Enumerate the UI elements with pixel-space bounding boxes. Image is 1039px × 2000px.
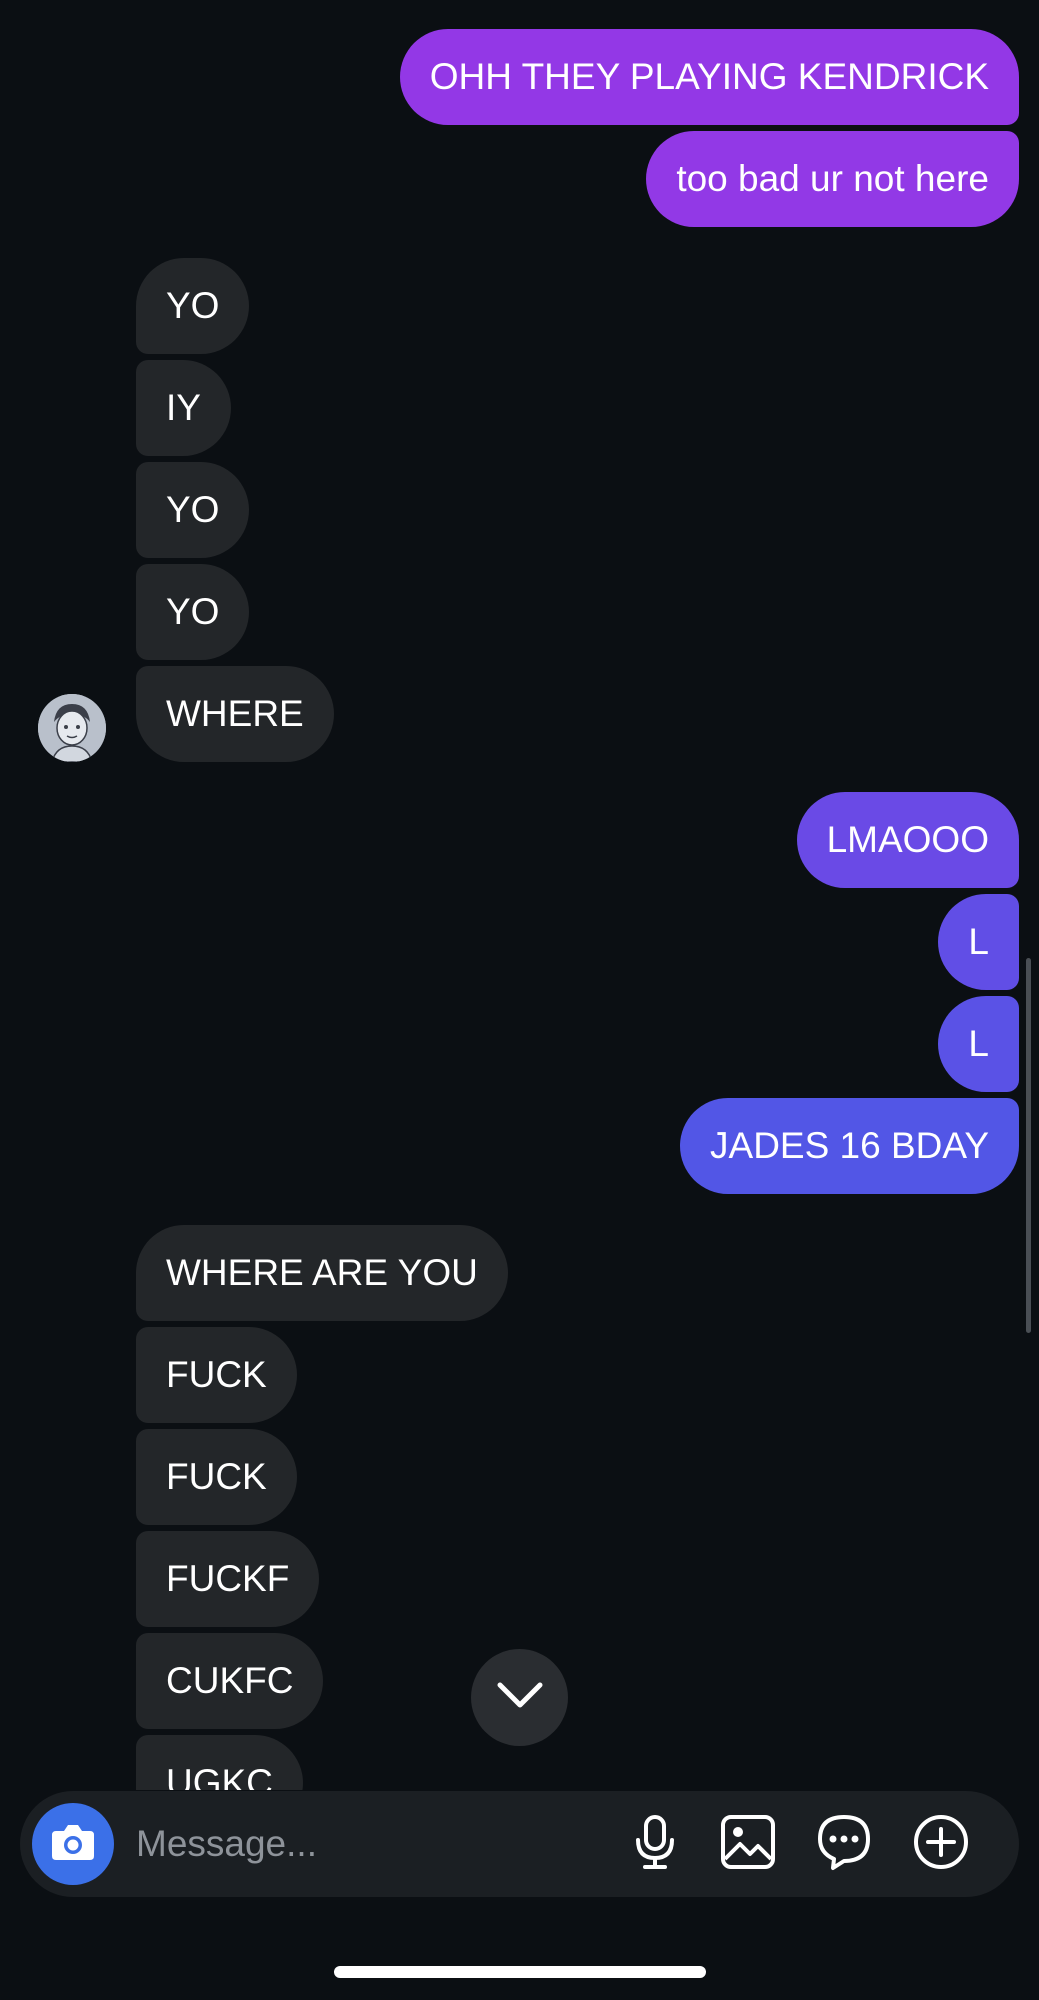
plus-circle-icon [912,1813,970,1876]
incoming-message[interactable]: CUKFC [136,1633,324,1729]
camera-icon [50,1822,96,1867]
chat-bubble-icon [815,1813,873,1876]
jump-to-latest-button[interactable] [471,1649,568,1746]
gallery-button[interactable] [713,1809,783,1879]
outgoing-message[interactable]: L [938,894,1019,990]
incoming-message[interactable]: UGKC [136,1735,303,1790]
outgoing-message[interactable]: LMAOOO [796,792,1019,888]
incoming-message[interactable]: FUCK [136,1429,297,1525]
message-thread[interactable]: OHH THEY PLAYING KENDRICK too bad ur not… [0,0,1039,1790]
incoming-message[interactable]: YO [136,564,250,660]
image-icon [720,1814,776,1875]
chevron-down-icon [496,1680,544,1715]
outgoing-message[interactable]: L [938,996,1019,1092]
incoming-message[interactable]: FUCKF [136,1531,320,1627]
message-input[interactable] [136,1791,616,1897]
contact-avatar[interactable] [38,694,106,762]
incoming-message[interactable]: IY [136,360,231,456]
outgoing-message[interactable]: JADES 16 BDAY [680,1098,1019,1194]
camera-button[interactable] [32,1803,114,1885]
scrollbar[interactable] [1026,958,1031,1333]
incoming-message[interactable]: YO [136,462,250,558]
incoming-message[interactable]: YO [136,258,250,354]
outgoing-message[interactable]: too bad ur not here [646,131,1019,227]
more-options-button[interactable] [906,1809,976,1879]
microphone-icon [633,1814,677,1875]
home-indicator[interactable] [334,1966,706,1978]
outgoing-message[interactable]: OHH THEY PLAYING KENDRICK [399,29,1019,125]
incoming-message[interactable]: WHERE ARE YOU [136,1225,508,1321]
voice-message-button[interactable] [620,1809,690,1879]
incoming-message[interactable]: WHERE [136,666,334,762]
incoming-message[interactable]: FUCK [136,1327,297,1423]
message-composer [20,1791,1019,1897]
sticker-button[interactable] [809,1809,879,1879]
